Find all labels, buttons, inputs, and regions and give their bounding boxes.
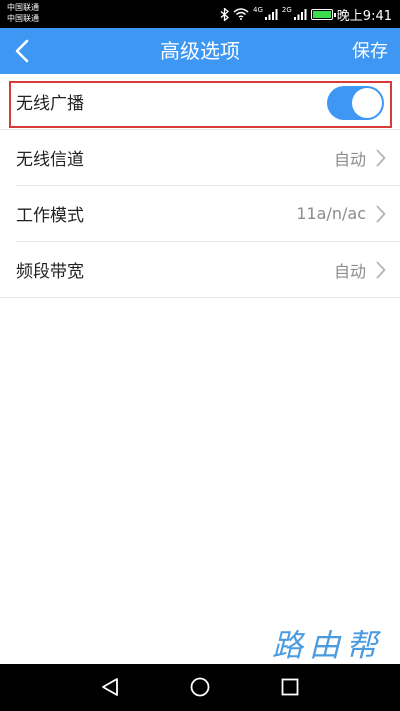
toggle-knob — [352, 88, 382, 118]
bluetooth-icon — [220, 7, 230, 21]
save-button[interactable]: 保存 — [352, 28, 388, 74]
setting-row-bandwidth[interactable]: 频段带宽 自动 — [0, 242, 400, 298]
chevron-right-icon — [376, 261, 386, 278]
square-recent-icon — [281, 678, 299, 696]
circle-home-icon — [190, 677, 210, 697]
page-title: 高级选项 — [160, 39, 240, 63]
setting-label-bandwidth: 频段带宽 — [16, 262, 84, 282]
setting-row-wireless-broadcast: 无线广播 — [0, 74, 400, 130]
system-home-button[interactable] — [189, 676, 211, 702]
app-header: 高级选项 保存 — [0, 28, 400, 74]
battery-level — [312, 10, 331, 18]
wifi-icon — [233, 8, 249, 20]
wireless-broadcast-toggle[interactable] — [327, 86, 384, 120]
setting-row-work-mode[interactable]: 工作模式 11a/n/ac — [16, 186, 400, 242]
signal-icon-1 — [264, 8, 278, 20]
system-recent-button[interactable] — [280, 676, 300, 702]
status-indicators: 4G 2G 晚上9:41 — [220, 0, 392, 28]
carrier-label-secondary: 中国联通 — [7, 14, 39, 23]
setting-value-work-mode: 11a/n/ac — [296, 204, 366, 223]
setting-value-bandwidth: 自动 — [333, 261, 366, 281]
system-navigation-bar — [0, 664, 400, 711]
setting-label-work-mode: 工作模式 — [16, 206, 84, 226]
system-back-button[interactable] — [100, 676, 120, 702]
chevron-left-icon — [15, 39, 29, 63]
settings-list: 无线广播 无线信道 自动 工作模式 11a/n/ac 频段带宽 自动 — [0, 74, 400, 298]
back-button[interactable] — [0, 28, 44, 74]
network-type-2: 2G — [281, 5, 292, 14]
setting-label-wireless-channel: 无线信道 — [16, 150, 84, 170]
signal-icon-2 — [293, 8, 307, 20]
chevron-right-icon — [376, 149, 386, 166]
status-bar: 中国联通 中国联通 4G 2G 晚上9:41 — [0, 0, 400, 28]
setting-row-wireless-channel[interactable]: 无线信道 自动 — [16, 130, 400, 186]
triangle-back-icon — [102, 678, 118, 696]
battery-icon — [310, 8, 336, 20]
chevron-right-icon — [376, 205, 386, 222]
watermark: 路由帮 — [272, 628, 383, 664]
network-type-1: 4G — [253, 5, 263, 14]
clock: 晚上9:41 — [336, 8, 392, 24]
setting-value-wireless-channel: 自动 — [333, 149, 366, 169]
carrier-label-primary: 中国联通 — [7, 3, 39, 12]
